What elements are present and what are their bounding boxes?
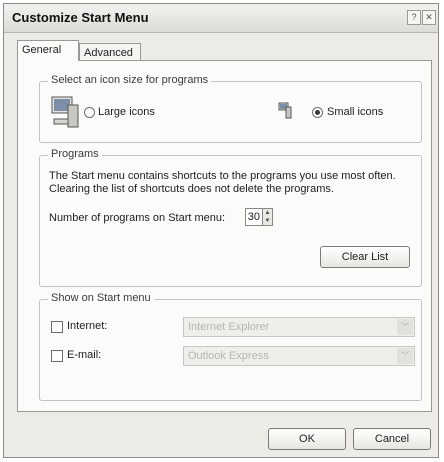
number-of-programs-label: Number of programs on Start menu: bbox=[49, 212, 226, 224]
number-of-programs-input[interactable]: 30 bbox=[245, 208, 263, 226]
chevron-down-icon: ﹀ bbox=[397, 348, 413, 364]
email-client-select: Outlook Express ﹀ bbox=[183, 346, 415, 366]
title-bar[interactable]: Customize Start Menu ? ✕ bbox=[4, 4, 438, 33]
icon-size-group: Select an icon size for programs Large i… bbox=[39, 74, 422, 143]
clear-list-button[interactable]: Clear List bbox=[320, 246, 410, 268]
large-icons-label[interactable]: Large icons bbox=[98, 106, 155, 118]
programs-description: The Start menu contains shortcuts to the… bbox=[49, 170, 396, 195]
small-icons-label[interactable]: Small icons bbox=[327, 106, 383, 118]
tab-advanced[interactable]: Advanced bbox=[79, 43, 141, 61]
small-icons-radio[interactable] bbox=[312, 107, 323, 118]
show-on-start-menu-group: Show on Start menu Internet: Internet Ex… bbox=[39, 292, 422, 401]
help-icon[interactable]: ? bbox=[407, 10, 421, 25]
dialog-window: Customize Start Menu ? ✕ General Advance… bbox=[3, 3, 439, 458]
number-spinner-icon[interactable]: ▲ ▼ bbox=[262, 208, 273, 226]
window-title: Customize Start Menu bbox=[12, 10, 149, 25]
internet-label[interactable]: Internet: bbox=[67, 320, 107, 332]
internet-checkbox[interactable] bbox=[51, 321, 63, 333]
email-checkbox[interactable] bbox=[51, 350, 63, 362]
icon-size-legend: Select an icon size for programs bbox=[48, 74, 212, 86]
ok-button[interactable]: OK bbox=[268, 428, 346, 450]
programs-group: Programs The Start menu contains shortcu… bbox=[39, 148, 422, 287]
email-label[interactable]: E-mail: bbox=[67, 349, 101, 361]
show-on-start-legend: Show on Start menu bbox=[48, 292, 154, 304]
close-icon[interactable]: ✕ bbox=[422, 10, 436, 25]
email-client-value: Outlook Express bbox=[188, 350, 269, 362]
large-computer-icon bbox=[51, 96, 79, 128]
small-computer-icon bbox=[278, 102, 292, 119]
tab-general[interactable]: General bbox=[17, 40, 79, 61]
large-icons-radio[interactable] bbox=[84, 107, 95, 118]
tab-panel-general: Select an icon size for programs Large i… bbox=[17, 60, 432, 412]
internet-browser-value: Internet Explorer bbox=[188, 321, 270, 333]
chevron-down-icon: ﹀ bbox=[397, 319, 413, 335]
internet-browser-select: Internet Explorer ﹀ bbox=[183, 317, 415, 337]
cancel-button[interactable]: Cancel bbox=[353, 428, 431, 450]
programs-legend: Programs bbox=[48, 148, 102, 160]
